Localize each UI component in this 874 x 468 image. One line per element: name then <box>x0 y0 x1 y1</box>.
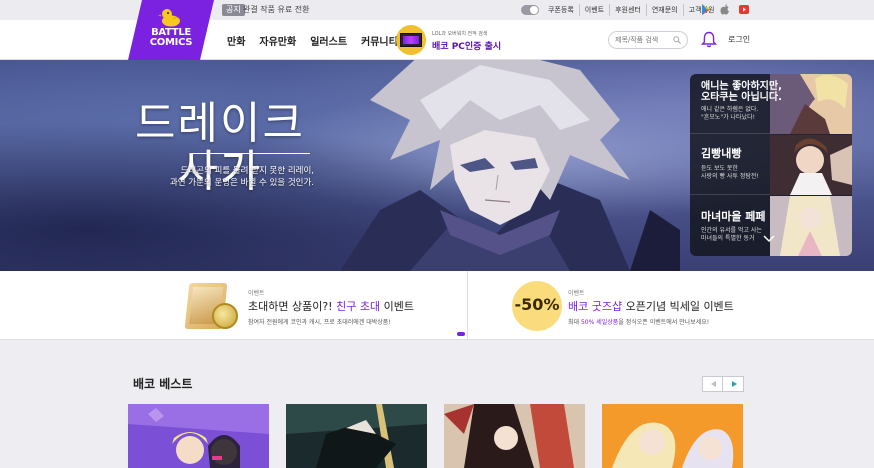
best-card-cover <box>286 404 427 468</box>
arrow-right-icon <box>732 381 737 387</box>
best-section-title: 배코 베스트 <box>133 377 193 391</box>
sale-badge: -50% <box>512 281 562 331</box>
event-tag: 이벤트 <box>568 290 585 297</box>
side-item-title: 애니는 좋아하지만, 오타쿠는 아닙니다. <box>701 81 782 103</box>
event-strip <box>0 271 874 340</box>
event-divider <box>467 271 468 340</box>
nav-free-comics[interactable]: 자유만화 <box>259 33 296 48</box>
best-card[interactable] <box>286 404 427 468</box>
side-item-art <box>770 196 852 256</box>
best-card[interactable] <box>602 404 743 468</box>
hero-character-art <box>340 60 680 271</box>
duck-mascot-icon <box>158 9 180 27</box>
event-title: 초대하면 상품이?! 친구 초대 이벤트 <box>248 300 414 313</box>
search-input[interactable] <box>615 34 671 46</box>
side-item-witch[interactable]: 마녀마을 페페 인간의 유서를 먹고 사는 마녀들의 특별한 동거 <box>690 196 852 256</box>
donation-link[interactable]: 후원센터 <box>609 4 646 16</box>
side-item-art <box>770 74 852 134</box>
notice-link[interactable]: 완결 작품 유료 전환 <box>243 4 310 16</box>
search-icon[interactable] <box>673 36 681 44</box>
pc-auth-banner[interactable]: LOL과 오버워치 전적 검색 배코 PC인증 출시 <box>396 25 516 55</box>
best-card-cover <box>602 404 743 468</box>
best-card-cover <box>444 404 585 468</box>
nav-illustration[interactable]: 일러스트 <box>310 33 347 48</box>
event-slider-indicator[interactable] <box>457 332 465 336</box>
side-item-desc: 인간의 유서를 먹고 사는 마녀들의 특별한 동거 <box>701 227 762 242</box>
gold-coin-icon <box>212 303 238 329</box>
event-link[interactable]: 이벤트 <box>578 4 609 16</box>
nav-comics[interactable]: 만화 <box>227 33 245 48</box>
side-item-anime[interactable]: 애니는 좋아하지만, 오타쿠는 아닙니다. 애니 같은 하렘은 없다. "흔모노… <box>690 74 852 134</box>
side-item-art <box>770 135 852 195</box>
side-item-desc: 듣도 보도 못한 사랑의 빵 사투 정탐전! <box>701 165 759 180</box>
notice-tag: 공지 <box>222 4 245 16</box>
battle-comics-logo[interactable]: BATTLE COMICS <box>128 0 214 60</box>
search-box <box>608 31 688 49</box>
side-item-desc: 애니 같은 하렘은 없다. "흔모노"가 나타났다! <box>701 106 759 121</box>
best-card[interactable] <box>444 404 585 468</box>
youtube-icon[interactable] <box>739 4 749 15</box>
store-icons <box>701 4 749 15</box>
notification-bell-icon[interactable] <box>701 31 717 48</box>
logo-wordmark: BATTLE COMICS <box>149 27 193 48</box>
utility-links: 쿠폰등록 이벤트 후원센터 연재문의 고객지원 <box>548 4 719 16</box>
page: 공지 완결 작품 유료 전환 쿠폰등록 이벤트 후원센터 연재문의 고객지원 B… <box>0 0 874 468</box>
coupon-link[interactable]: 쿠폰등록 <box>548 4 579 16</box>
best-card[interactable] <box>128 404 269 468</box>
chevron-down-icon[interactable] <box>763 235 775 243</box>
event-desc: 참여자 전원에게 코인과 캐시, 프로 초대러에겐 대박상품! <box>248 319 391 326</box>
pc-monitor-icon <box>396 25 426 55</box>
side-item-bread[interactable]: 김빵내빵 듣도 보도 못한 사랑의 빵 사투 정탐전! <box>690 135 852 195</box>
primary-nav: 만화 자유만화 일러스트 커뮤니티 <box>227 33 412 48</box>
best-card-cover <box>128 404 269 468</box>
hero-subtitle: 드래곤의 피를 물려 받지 못한 리레이, 과연 가문의 운명은 바뀔 수 있을… <box>169 166 314 188</box>
pc-banner-title: 배코 PC인증 출시 <box>432 42 502 52</box>
event-desc: 최대 50% 세일상품을 정식오픈 이벤트에서 만나보세요! <box>568 319 710 326</box>
arrow-left-icon <box>711 381 716 387</box>
nav-community[interactable]: 커뮤니티 <box>361 33 398 48</box>
login-link[interactable]: 로그인 <box>728 34 750 45</box>
best-carousel-controls <box>702 376 744 392</box>
serialization-inquiry-link[interactable]: 연재문의 <box>645 4 683 16</box>
utility-bar: 공지 완결 작품 유료 전환 쿠폰등록 이벤트 후원센터 연재문의 고객지원 <box>0 0 874 20</box>
featured-side-list: 애니는 좋아하지만, 오타쿠는 아닙니다. 애니 같은 하렘은 없다. "흔모노… <box>690 74 852 256</box>
side-item-title: 마녀마을 페페 <box>701 210 766 223</box>
carousel-prev-button[interactable] <box>702 376 723 392</box>
hero-divider <box>192 153 310 154</box>
google-play-icon[interactable] <box>701 4 711 15</box>
pc-banner-caption: LOL과 오버워치 전적 검색 <box>432 31 488 37</box>
apple-icon[interactable] <box>720 4 730 15</box>
event-tag: 이벤트 <box>248 290 265 297</box>
side-item-title: 김빵내빵 <box>701 147 742 160</box>
theme-toggle[interactable] <box>521 5 539 15</box>
carousel-next-button[interactable] <box>723 376 744 392</box>
event-title: 배코 굿즈샵 오픈기념 빅세일 이벤트 <box>568 300 734 313</box>
